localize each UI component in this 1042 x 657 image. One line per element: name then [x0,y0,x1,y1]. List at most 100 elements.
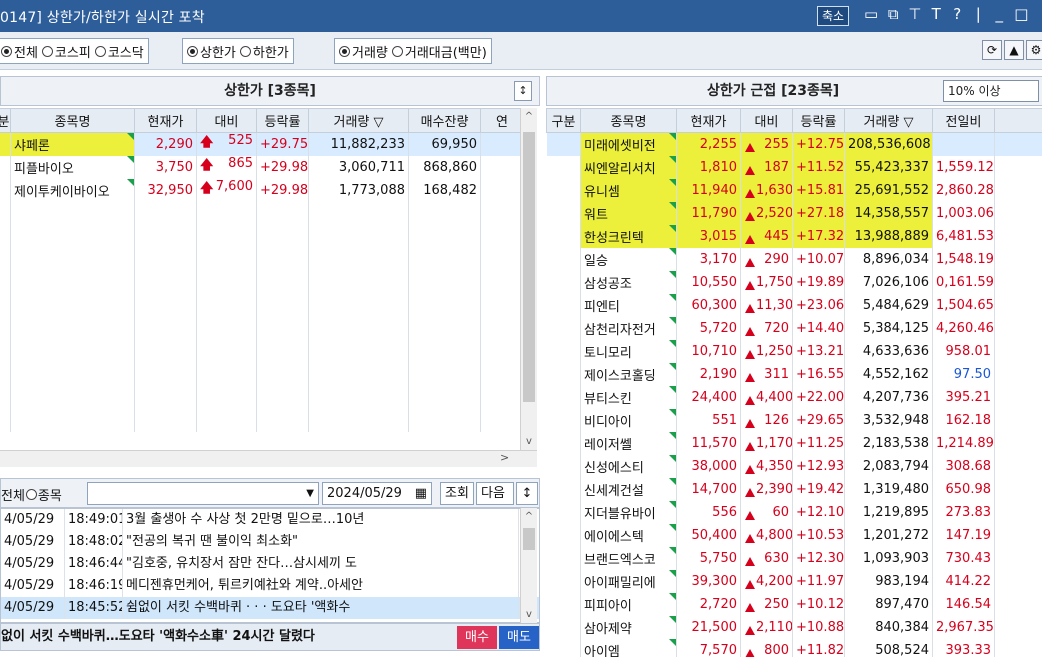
news-item[interactable]: 4/05/29 18:49:01 3월 출생아 수 사상 첫 2만명 밑으로…10년 [1,509,539,531]
threshold-select[interactable]: 10% 이상 [943,80,1039,102]
maximize-icon[interactable]: □ [1014,5,1028,23]
pin-icon[interactable]: ⊤ [908,5,921,23]
table-row[interactable]: 씨엔알리서치 1,810 187 +11.52 55,423,337 1,559.12 [546,155,1042,179]
scroll-up-icon[interactable]: ^ [521,108,537,125]
table-row[interactable]: 브랜드엑스코 5,750 630 +12.30 1,093,903 730.43 [546,546,1042,570]
column-header[interactable]: 거래량 ▽ [308,108,409,133]
table-row[interactable]: 한성크린텍 3,015 445 +17.32 13,988,889 6,481.53 [546,224,1042,248]
buy-button[interactable]: 매수 [457,626,497,649]
next-button[interactable]: 다음 [476,482,514,505]
news-scrollbar[interactable]: ^ v [520,508,537,623]
table-row[interactable] [0,339,524,363]
help-icon[interactable]: ? [951,5,963,23]
sell-button[interactable]: 매도 [499,626,539,649]
radio-trade-value[interactable]: 거래대금(백만) [391,42,487,61]
expand-icon[interactable]: ↕ [514,81,532,101]
table-row[interactable]: 피플바이오 3,750 🡅 865 +29.98 3,060,711 868,860 [0,155,524,179]
column-header[interactable]: 종목명 [10,108,135,133]
scroll-thumb[interactable] [523,132,535,402]
table-row[interactable]: 비디아이 551 126 +29.65 3,532,948 162.18 [546,408,1042,432]
shrink-button[interactable]: 축소 [817,6,850,26]
table-row[interactable]: 샤페론 2,290 🡅 525 +29.75 11,882,233 69,950 [0,132,524,156]
radio-upper-limit[interactable]: 상한가 [187,42,236,61]
radio-kosdaq[interactable]: 코스닥 [94,42,144,61]
table-row[interactable]: 신성에스티 38,000 4,350 +12.93 2,083,794 308.68 [546,454,1042,478]
table-row[interactable]: 삼천리자전거 5,720 720 +14.40 5,384,125 4,260.46 [546,316,1042,340]
column-header[interactable] [994,108,1042,133]
left-horizontal-scrollbar[interactable]: > [0,450,537,467]
radio-kospi[interactable]: 코스피 [41,42,91,61]
stock-search-input[interactable]: ▼ [87,482,319,505]
window-icon[interactable]: ▭ [864,5,878,23]
scroll-right-icon[interactable]: > [500,451,509,464]
column-header[interactable]: 현재가 [134,108,197,133]
expand-icon[interactable]: ↕ [516,482,538,505]
table-row[interactable]: 제이투케이바이오 32,950 🡅 7,600 +29.98 1,773,088 168,4… [0,178,524,202]
table-row[interactable]: 지더블유바이 556 60 +12.10 1,219,895 273.83 [546,500,1042,524]
scroll-down-icon[interactable]: v [521,606,537,623]
column-header[interactable]: 구분 [546,108,581,133]
table-row[interactable]: 레이저쎌 11,570 1,170 +11.25 2,183,538 1,214.89 [546,431,1042,455]
table-row[interactable] [0,270,524,294]
table-row[interactable]: 아이패밀리에 39,300 4,200 +11.97 983,194 414.22 [546,569,1042,593]
column-header[interactable]: 연 [480,108,524,133]
column-header[interactable]: 대비 [740,108,793,133]
table-row[interactable] [0,201,524,225]
column-header[interactable]: 분 [0,108,11,133]
table-row[interactable] [0,224,524,248]
left-vertical-scrollbar[interactable]: ^ v [520,108,537,450]
table-row[interactable] [0,362,524,386]
radio-volume[interactable]: 거래량 [339,42,388,61]
table-row[interactable]: 제이스코홀딩 2,190 311 +16.55 4,552,162 97.50 [546,362,1042,386]
table-row[interactable]: 신세계건설 14,700 2,390 +19.42 1,319,480 650.98 [546,477,1042,501]
column-header[interactable]: 거래량 ▽ [844,108,933,133]
table-row[interactable] [0,316,524,340]
table-row[interactable]: 에이에스텍 50,400 4,800 +10.53 1,201,272 147.19 [546,523,1042,547]
table-row[interactable]: 미래에셋비전 2,255 255 +12.75 208,536,608 [546,132,1042,156]
table-row[interactable] [0,385,524,409]
news-item[interactable]: 4/05/29 18:46:44 "김호중, 유치장서 잠만 잔다…삼시세끼 도 [1,553,539,575]
column-header[interactable]: 대비 [196,108,257,133]
news-item[interactable]: 4/05/29 18:46:19 메디젠휴먼케어, 튀르키예社와 계약..아세안 [1,575,539,597]
table-row[interactable]: 피엔티60,300 11,300+23.065,484,6291,504.65 [546,293,1042,317]
radio-all[interactable]: 전체 [1,42,38,61]
table-row[interactable] [0,408,524,432]
search-button[interactable]: 조회 [440,482,474,505]
column-header[interactable]: 현재가 [676,108,741,133]
scroll-thumb[interactable] [523,528,535,550]
table-row[interactable] [0,293,524,317]
chevron-down-icon[interactable]: ▼ [306,483,314,504]
table-row[interactable]: 유니셈 11,940 1,630 +15.81 25,691,552 2,860.28 [546,178,1042,202]
minimize-icon[interactable]: _ [993,5,1005,23]
settings-icon[interactable]: ⚙ [1026,40,1042,60]
news-filter[interactable]: 전체 종목 [1,485,62,504]
triangle-up-icon[interactable]: ▲ [1004,40,1024,60]
scroll-up-icon[interactable]: ^ [521,508,537,525]
column-header[interactable]: 매수잔량 [408,108,481,133]
table-row[interactable]: 피피아이 2,720 250 +10.12 897,470 146.54 [546,592,1042,616]
column-header[interactable]: 등락률 [256,108,309,133]
table-row[interactable]: 워트 11,790 2,520 +27.18 14,358,557 1,003.06 [546,201,1042,225]
column-header[interactable]: 전일비 [932,108,995,133]
news-item[interactable]: 4/05/29 18:48:02 "전공의 복귀 땐 불이익 최소화" [1,531,539,553]
copy-icon[interactable]: ⧉ [887,5,899,23]
table-row[interactable]: 아이엠 7,570 800 +11.82 508,524 393.33 [546,638,1042,657]
table-row[interactable] [0,247,524,271]
table-row[interactable]: 삼성공조 10,550 1,750 +19.89 7,026,106 0,161.59 [546,270,1042,294]
date-input[interactable]: 2024/05/29 ▦ [322,482,432,505]
column-header[interactable]: 등락률 [792,108,845,133]
calendar-icon[interactable]: ▦ [415,483,427,504]
table-row[interactable]: 삼아제약 21,500 2,110 +10.88 840,384 2,967.35 [546,615,1042,639]
news-item[interactable]: 4/05/29 18:45:52 쉼없이 서킷 수백바퀴 · · · 도요타 '액화… [1,597,539,619]
table-row[interactable]: 일승 3,170 290 +10.07 8,896,034 1,548.19 [546,247,1042,271]
table-row[interactable]: 토니모리 10,710 1,250 +13.21 4,633,636 958.01 [546,339,1042,363]
stock-name: 아이엠 [580,638,677,657]
empty-cell [10,316,135,340]
change: 126 [764,412,789,428]
font-icon[interactable]: T [930,5,942,23]
scroll-down-icon[interactable]: v [521,433,537,450]
radio-lower-limit[interactable]: 하한가 [239,42,289,61]
refresh-icon[interactable]: ⟳ [982,40,1002,60]
column-header[interactable]: 종목명 [580,108,677,133]
table-row[interactable]: 뷰티스킨 24,400 4,400 +22.00 4,207,736 395.21 [546,385,1042,409]
